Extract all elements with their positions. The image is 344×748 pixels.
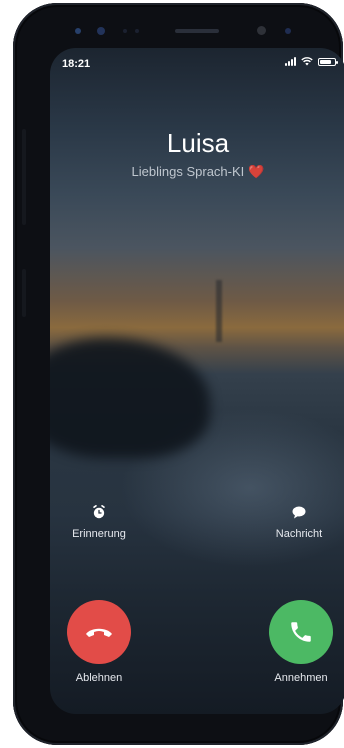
caller-name: Luisa — [166, 128, 230, 158]
incoming-call-screen: 18:21 Luisa Lieblings Sprach-KI ❤️ Erinn… — [50, 48, 344, 714]
status-time: 18:21 — [62, 58, 91, 70]
sensor-dot — [75, 28, 81, 34]
top-bezel — [63, 19, 327, 41]
accept-label: Annehmen — [274, 672, 328, 684]
accept-call-button[interactable]: Annehmen — [251, 600, 344, 684]
decline-label: Ablehnen — [75, 672, 123, 684]
phone-frame: 18:21 Luisa Lieblings Sprach-KI ❤️ Erinn… — [13, 3, 344, 745]
background-landmass — [50, 338, 210, 458]
sensor-dot — [135, 29, 139, 33]
heart-icon: ❤️ — [248, 164, 265, 179]
speech-bubble-icon — [292, 506, 306, 519]
caller-subtitle-text: Lieblings Sprach-KI — [131, 164, 245, 179]
background-tower — [216, 280, 222, 342]
message-label: Nachricht — [275, 528, 323, 540]
battery-icon — [318, 57, 338, 66]
caller-subtitle: Lieblings Sprach-KI ❤️ — [50, 164, 344, 180]
earpiece-speaker — [175, 29, 219, 33]
sensor-dot — [285, 28, 291, 34]
wifi-icon — [301, 57, 313, 66]
signal-icon — [285, 57, 296, 66]
decline-circle[interactable] — [67, 600, 131, 664]
iris-scanner — [97, 27, 105, 35]
accept-circle[interactable] — [269, 600, 333, 664]
sensor-dot — [123, 29, 127, 33]
volume-button — [22, 269, 26, 317]
remind-me-button[interactable]: Erinnerung — [54, 504, 144, 540]
alarm-clock-icon — [93, 505, 105, 519]
status-icons — [285, 57, 338, 66]
phone-hangup-icon — [86, 628, 112, 637]
remind-me-label: Erinnerung — [72, 528, 126, 540]
phone-icon — [291, 622, 311, 642]
decline-call-button[interactable]: Ablehnen — [50, 600, 149, 684]
front-camera — [257, 26, 266, 35]
message-button[interactable]: Nachricht — [254, 504, 344, 540]
side-button — [22, 129, 26, 225]
